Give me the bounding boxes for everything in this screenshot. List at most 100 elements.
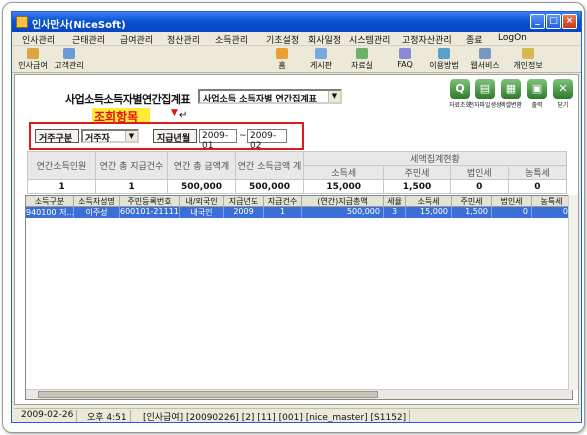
column-header[interactable]: 법인세 — [492, 196, 532, 207]
summary-value: 500,000 — [167, 179, 236, 194]
resident-type-value: 거주자 — [85, 134, 110, 144]
grid-cell: 600101-2111115 — [120, 207, 180, 218]
column-header[interactable]: 주민세 — [452, 196, 492, 207]
menu-item-income[interactable]: 소득관리 — [215, 33, 248, 46]
toolbar-archive-button[interactable]: 자료실 — [347, 48, 377, 72]
excel-icon: ▦ — [505, 82, 517, 95]
create-file-button[interactable]: ▤ — [475, 79, 495, 99]
detail-grid[interactable]: 소득구분 소득자성명 주민등록번호 내/외국인 지급년도 지급건수 (연간)지급… — [25, 195, 573, 400]
toolbar-customer-button[interactable]: 고객관리 — [52, 48, 86, 72]
resident-type-label: 거주구분 — [35, 129, 79, 144]
summary-value: 1 — [27, 179, 96, 194]
summary-header: 연간 소득금액 계 — [235, 151, 304, 180]
print-button[interactable]: ▣ — [527, 79, 547, 99]
grid-cell: 2009 — [224, 207, 264, 218]
summary-header: 연간 총 금액계 — [167, 151, 236, 180]
tax-summary-header: 세액집계현황 — [303, 151, 567, 166]
pay-period-to[interactable]: 2009-02 — [247, 129, 287, 151]
column-header[interactable]: (연간)지급총액 — [302, 196, 384, 207]
tax-header: 주민세 — [383, 165, 451, 180]
column-header[interactable]: 소득자성명 — [74, 196, 120, 207]
grid-header: 소득구분 소득자성명 주민등록번호 내/외국인 지급년도 지급건수 (연간)지급… — [26, 196, 572, 207]
column-header[interactable]: 내/외국인 — [180, 196, 224, 207]
home-icon — [276, 48, 288, 59]
summary-value: 0 — [507, 179, 568, 194]
toolbar-home-button[interactable]: 홈 — [272, 48, 292, 72]
excel-export-button[interactable]: ▦ — [501, 79, 521, 99]
toolbar-faq-button[interactable]: FAQ — [393, 48, 417, 72]
status-date: 2009-02-26 — [18, 410, 78, 422]
chevron-down-icon[interactable]: ▼ — [328, 91, 340, 102]
menu-item-attendance[interactable]: 근태관리 — [72, 33, 105, 46]
minimize-button[interactable]: _ — [530, 14, 545, 29]
horizontal-scrollbar[interactable] — [26, 389, 572, 399]
menu-item-settlement[interactable]: 정산관리 — [167, 33, 200, 46]
app-icon — [16, 16, 28, 28]
grid-cell: 940100 저... — [26, 207, 74, 218]
status-bar: 2009-02-26 오후 4:51 [인사급여] [20090226] [2]… — [14, 408, 579, 423]
print-icon: ▣ — [531, 82, 543, 95]
column-header[interactable]: 소득세 — [406, 196, 452, 207]
archive-icon — [356, 48, 368, 59]
toolbar-howto-button[interactable]: 이용방법 — [426, 48, 462, 72]
menu-item-company-schedule[interactable]: 회사일정 — [308, 33, 341, 46]
tax-header: 농특세 — [507, 165, 568, 180]
title-bar[interactable]: 인사만사(NiceSoft) _ □ × — [12, 12, 581, 32]
grid-cell: 3 — [384, 207, 406, 218]
summary-header: 연간 총 지급건수 — [95, 151, 168, 180]
column-header[interactable]: 주민등록번호 — [120, 196, 180, 207]
summary-value: 1 — [95, 179, 168, 194]
toolbar-payroll-button[interactable]: 인사급여 — [16, 48, 50, 72]
pay-period-from[interactable]: 2009-01 — [199, 129, 237, 151]
toolbar-profile-button[interactable]: 개인정보 — [510, 48, 546, 72]
payroll-icon — [27, 48, 39, 59]
close-report-button[interactable]: ✕ — [553, 79, 573, 99]
search-icon: Q — [455, 82, 465, 95]
vertical-scrollbar[interactable] — [568, 195, 578, 390]
customer-icon — [63, 48, 75, 59]
column-header[interactable]: 지급년도 — [224, 196, 264, 207]
maximize-button[interactable]: □ — [546, 14, 561, 29]
grid-cell: 500,000 — [302, 207, 384, 218]
grid-cell: 15,000 — [406, 207, 452, 218]
menu-item-logon[interactable]: LogOn — [498, 33, 527, 43]
resident-type-select[interactable]: 거주자 ▼ — [81, 129, 139, 144]
grid-cell: 1 — [264, 207, 302, 218]
menu-item-exit[interactable]: 종료 — [466, 33, 483, 46]
annotation-label: 조회항목 — [92, 108, 150, 124]
toolbar-webservice-button[interactable]: 웹서비스 — [467, 48, 503, 72]
chevron-down-icon[interactable]: ▼ — [125, 131, 137, 141]
report-type-select[interactable]: 사업소득 소득자별 연간집계표 ▼ — [198, 89, 342, 104]
period-separator: ~ — [239, 131, 247, 141]
summary-table: 연간소득인원 연간 총 지급건수 연간 총 금액계 연간 소득금액 계 세액집계… — [27, 151, 568, 194]
file-icon: ▤ — [479, 82, 491, 95]
grid-cell: 0 — [492, 207, 532, 218]
table-row[interactable]: 940100 저... 이주성 600101-2111115 내국인 2009 … — [26, 207, 572, 218]
arrow-down-icon: ▼ — [171, 108, 178, 118]
menu-item-hr[interactable]: 인사관리 — [22, 33, 55, 46]
faq-icon — [399, 48, 411, 59]
close-button[interactable]: × — [562, 14, 577, 29]
howto-icon — [438, 48, 450, 59]
close-icon: ✕ — [558, 82, 568, 95]
menu-item-basic-settings[interactable]: 기초설정 — [266, 33, 299, 46]
menu-item-payroll[interactable]: 급여관리 — [120, 33, 153, 46]
summary-value: 500,000 — [235, 179, 304, 194]
report-title: 사업소득소득자별연간집계표 — [65, 93, 191, 106]
menu-item-fixed-assets[interactable]: 고정자산관리 — [402, 33, 452, 46]
status-session-info: [인사급여] [20090226] [2] [11] [001] [nice_m… — [140, 410, 411, 423]
window-title: 인사만사(NiceSoft) — [32, 20, 126, 31]
tax-header: 소득세 — [302, 165, 385, 180]
column-header[interactable]: 농특세 — [532, 196, 572, 207]
report-panel: 사업소득소득자별연간집계표 사업소득 소득자별 연간집계표 ▼ Q 자료조회 ▤… — [14, 74, 579, 405]
report-type-value: 사업소득 소득자별 연간집계표 — [203, 95, 317, 104]
summary-header: 연간소득인원 — [27, 151, 96, 180]
column-header[interactable]: 세율 — [384, 196, 406, 207]
menu-item-system[interactable]: 시스템관리 — [349, 33, 390, 46]
column-header[interactable]: 소득구분 — [26, 196, 74, 207]
column-header[interactable]: 지급건수 — [264, 196, 302, 207]
scroll-thumb[interactable] — [38, 391, 378, 398]
search-button[interactable]: Q — [450, 79, 470, 99]
summary-value: 15,000 — [302, 179, 385, 194]
toolbar-board-button[interactable]: 게시판 — [306, 48, 336, 72]
